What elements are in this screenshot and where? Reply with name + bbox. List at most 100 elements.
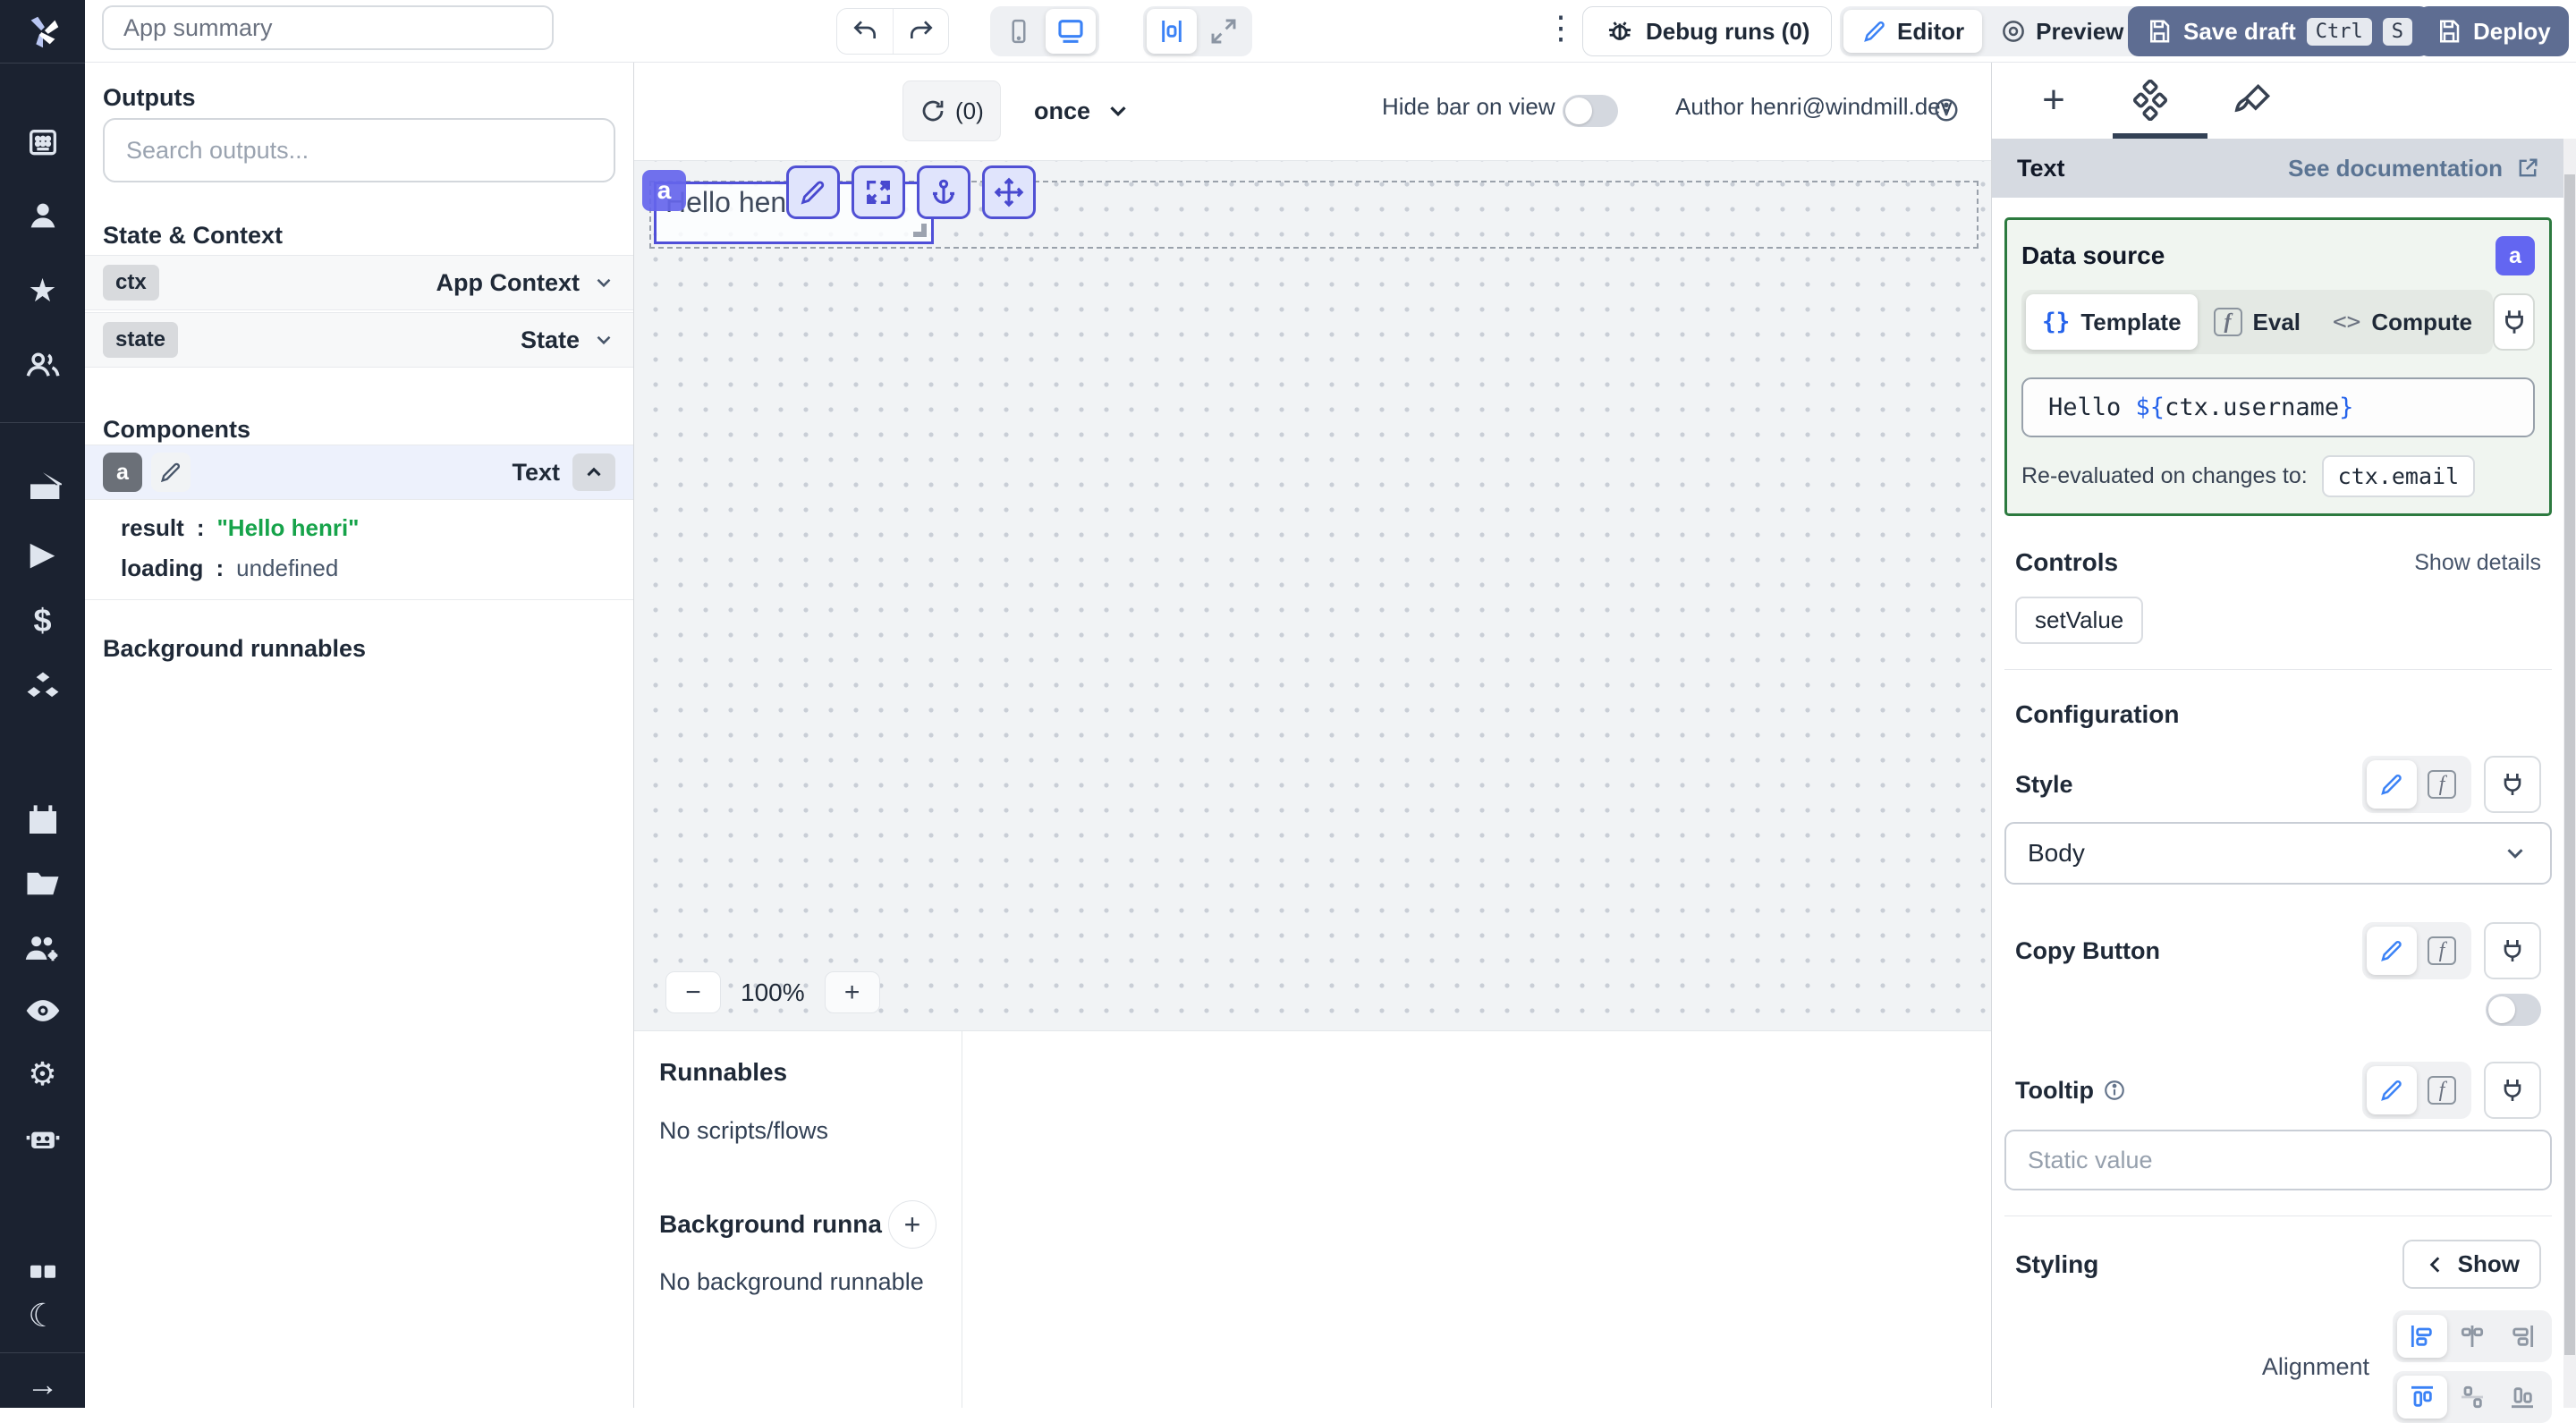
expand-component-button[interactable] — [852, 165, 905, 219]
ctx-row[interactable]: ctx App Context — [85, 255, 633, 310]
more-menu-button[interactable]: ⋮ — [1543, 9, 1579, 47]
scrollbar-thumb[interactable] — [2564, 174, 2575, 1355]
result-row[interactable]: result : "Hello henri" — [121, 514, 360, 542]
app-summary-input[interactable] — [102, 5, 554, 50]
preview-tab[interactable]: Preview — [1982, 10, 2141, 53]
zoom-controls: − 100% + — [665, 971, 880, 1013]
tooltip-static-button[interactable] — [2367, 1066, 2417, 1114]
save-draft-label: Save draft — [2183, 18, 2296, 46]
style-plug-button[interactable] — [2484, 756, 2541, 813]
info-icon[interactable] — [1933, 97, 1960, 123]
rail-item-docs[interactable] — [0, 1250, 85, 1290]
no-scripts-note: No scripts/flows — [659, 1117, 936, 1145]
desktop-view-button[interactable] — [1046, 9, 1096, 54]
zoom-out-button[interactable]: − — [665, 971, 721, 1013]
align-right-icon — [2508, 1322, 2537, 1351]
tooltip-value-input[interactable] — [2004, 1130, 2552, 1190]
search-outputs-input[interactable] — [103, 118, 615, 182]
tab-component-settings[interactable] — [2125, 75, 2175, 125]
connect-plug-button[interactable] — [2493, 293, 2535, 351]
copy-button-toggle[interactable] — [2486, 994, 2541, 1026]
windmill-logo[interactable] — [0, 13, 85, 52]
panel-scrollbar[interactable] — [2563, 139, 2576, 1408]
align-middle-button[interactable] — [2447, 1376, 2497, 1419]
see-documentation-link[interactable]: See documentation — [2288, 155, 2540, 182]
configuration-title: Configuration — [2015, 700, 2180, 728]
canvas-column: (0) once Hide bar on view Author henri@w… — [633, 63, 1991, 1408]
tooltip-plug-button[interactable] — [2484, 1062, 2541, 1119]
centered-layout-button[interactable] — [1147, 9, 1197, 54]
runnables-title: Runnables — [659, 1058, 936, 1087]
edit-component-id-button[interactable] — [151, 453, 191, 492]
edit-component-button[interactable] — [786, 165, 840, 219]
rail-item-keypad[interactable] — [0, 123, 85, 163]
move-component-button[interactable] — [982, 165, 1036, 219]
style-static-button[interactable] — [2367, 760, 2417, 809]
canvas-grid[interactable]: Hello henri a − 100% + — [634, 161, 1991, 1030]
refresh-icon — [919, 97, 946, 124]
rail-item-runs[interactable]: ▶ — [0, 534, 85, 573]
rail-item-audit[interactable] — [0, 991, 85, 1030]
style-select[interactable]: Body — [2004, 822, 2552, 885]
deploy-button[interactable]: Deploy — [2418, 6, 2569, 56]
fullwidth-layout-button[interactable] — [1199, 9, 1249, 54]
add-background-runnable-button[interactable]: + — [888, 1200, 936, 1249]
rail-item-home[interactable] — [0, 467, 85, 506]
pencil-icon — [2378, 771, 2405, 798]
rail-item-groups[interactable] — [0, 928, 85, 968]
code-open-interp: ${ — [2136, 394, 2165, 421]
setvalue-badge[interactable]: setValue — [2015, 597, 2143, 644]
rail-item-settings[interactable]: ⚙ — [0, 1055, 85, 1094]
background-runnables-title: Background runnables — [85, 635, 366, 663]
align-bottom-button[interactable] — [2497, 1376, 2547, 1419]
align-center-button[interactable] — [2447, 1315, 2497, 1358]
rail-item-variables[interactable]: $ — [0, 601, 85, 640]
compute-tab[interactable]: <> Compute — [2317, 294, 2488, 350]
state-row[interactable]: state State — [85, 312, 633, 368]
rail-item-resources[interactable] — [0, 669, 85, 708]
schedule-dropdown[interactable]: once — [1034, 80, 1131, 141]
rail-item-favorites[interactable]: ★ — [0, 271, 85, 310]
component-row-a[interactable]: a Text — [85, 445, 633, 500]
collapse-component-button[interactable] — [572, 453, 615, 491]
styling-show-button[interactable]: Show — [2402, 1240, 2541, 1289]
rail-item-folders[interactable] — [0, 864, 85, 903]
mobile-view-button[interactable] — [994, 9, 1044, 54]
rail-item-user[interactable] — [0, 196, 85, 235]
rail-item-dark-mode[interactable]: ☾ — [0, 1296, 85, 1335]
editor-tab[interactable]: Editor — [1843, 10, 1982, 53]
rail-item-schedules[interactable] — [0, 800, 85, 840]
copy-plug-button[interactable] — [2484, 922, 2541, 979]
tab-global-styling[interactable] — [2229, 75, 2279, 125]
rail-item-expand[interactable]: → — [0, 1365, 85, 1404]
refresh-button[interactable]: (0) — [902, 80, 1001, 141]
align-left-button[interactable] — [2397, 1315, 2447, 1358]
result-value: "Hello henri" — [216, 514, 359, 542]
anchor-component-button[interactable] — [917, 165, 970, 219]
debug-runs-button[interactable]: Debug runs (0) — [1582, 6, 1832, 56]
loading-row[interactable]: loading : undefined — [121, 555, 338, 582]
hide-bar-toggle[interactable] — [1563, 95, 1618, 127]
no-background-runnable-note: No background runnable — [659, 1268, 936, 1296]
template-code-input[interactable]: Hello ${ctx.username} — [2021, 377, 2535, 437]
align-top-button[interactable] — [2397, 1376, 2447, 1419]
resize-handle[interactable] — [913, 224, 927, 237]
copy-eval-button[interactable]: f — [2417, 927, 2467, 975]
save-draft-button[interactable]: Save draft Ctrl S — [2128, 6, 2430, 56]
eval-tab[interactable]: f Eval — [2198, 294, 2318, 350]
folder-icon — [24, 865, 62, 902]
tooltip-eval-button[interactable]: f — [2417, 1066, 2467, 1114]
undo-button[interactable] — [837, 9, 893, 54]
rail-item-workspace-users[interactable] — [0, 345, 85, 385]
rail-item-workers[interactable] — [0, 1119, 85, 1158]
style-eval-button[interactable]: f — [2417, 760, 2467, 809]
reeval-dep-badge[interactable]: ctx.email — [2322, 455, 2475, 497]
keypad-icon — [25, 125, 61, 161]
redo-button[interactable] — [893, 9, 948, 54]
zoom-in-button[interactable]: + — [825, 971, 880, 1013]
template-tab[interactable]: {} Template — [2026, 294, 2198, 350]
copy-static-button[interactable] — [2367, 927, 2417, 975]
align-right-button[interactable] — [2497, 1315, 2547, 1358]
tab-insert-component[interactable]: + — [2029, 75, 2079, 125]
show-details-link[interactable]: Show details — [2414, 550, 2541, 576]
